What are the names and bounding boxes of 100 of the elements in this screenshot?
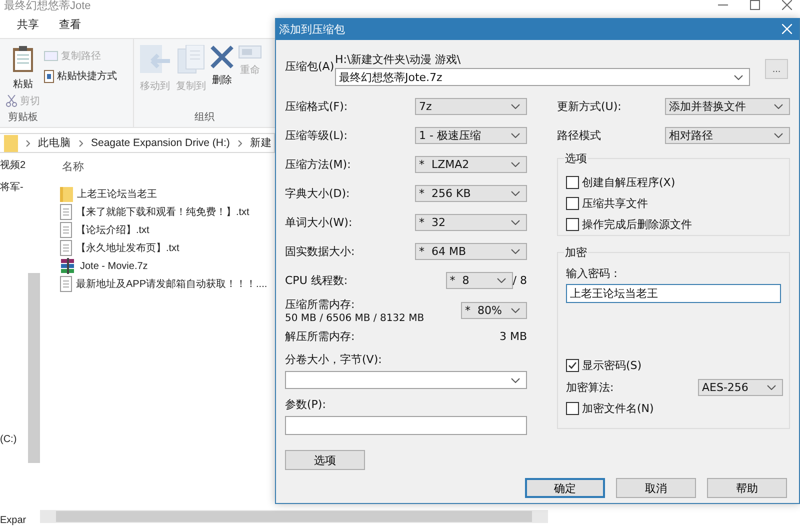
field-label: 压缩格式(F):	[285, 99, 349, 114]
path-icon	[44, 51, 58, 61]
scrollbar[interactable]	[56, 511, 532, 522]
copy-to-icon	[176, 45, 206, 75]
dropdown[interactable]: * 256 KB	[415, 185, 527, 202]
group-label: 剪贴板	[7, 110, 39, 125]
chevron-down-icon	[511, 162, 520, 167]
field-label: 更新方式(U):	[557, 99, 622, 114]
field-label: 路径模式	[557, 128, 602, 143]
close-icon[interactable]	[782, 0, 792, 10]
dropdown[interactable]: * LZMA2	[415, 156, 527, 173]
dropdown[interactable]: * 32	[415, 214, 527, 231]
group-title: 选项	[564, 151, 588, 166]
field-label: 压缩方法(M):	[285, 157, 352, 172]
dialog-button[interactable]: 取消	[616, 478, 696, 498]
document-icon	[60, 276, 72, 292]
file-name[interactable]: 【来了就能下载和观看！纯免费！】.txt	[76, 205, 250, 219]
folder-icon	[4, 134, 18, 152]
document-icon	[60, 222, 72, 238]
field-label: 输入密码：	[566, 267, 621, 280]
dropdown[interactable]: 添加并替换文件	[665, 98, 790, 115]
field-label: 字典大小(D):	[285, 186, 351, 201]
group-title: 加密	[564, 245, 588, 260]
nav-item[interactable]: (C:)	[0, 434, 17, 445]
thread-count: / 8	[512, 274, 527, 287]
dialog-title: 添加到压缩包	[279, 22, 345, 36]
chevron-down-icon	[767, 384, 776, 390]
field-label: CPU 线程数:	[285, 273, 349, 288]
scissors-icon	[6, 95, 17, 107]
input-field[interactable]	[285, 416, 527, 435]
dropdown[interactable]: 1 - 极速压缩	[415, 127, 527, 144]
chevron-right-icon	[26, 140, 30, 146]
nav-item[interactable]: 将军-	[0, 180, 24, 194]
checkbox-label[interactable]: 显示密码(S)	[582, 358, 642, 373]
checkbox-label[interactable]: 加密文件名(N)	[582, 401, 654, 416]
paste-shortcut-button[interactable]: 粘贴快捷方式	[44, 69, 117, 83]
chevron-right-icon	[238, 140, 242, 146]
dropdown[interactable]: * 8	[446, 272, 513, 289]
scrollbar[interactable]	[28, 273, 40, 463]
archive-name-field[interactable]: 最终幻想悠蒂Jote.7z	[335, 68, 750, 86]
checkbox-label[interactable]: 压缩共享文件	[582, 196, 648, 211]
chevron-down-icon	[511, 191, 520, 196]
file-name[interactable]: 上老王论坛当老王	[77, 187, 157, 201]
field-label: 压缩等级(L):	[285, 128, 348, 143]
paste-button[interactable]: 粘贴	[6, 45, 40, 91]
chevron-right-icon	[79, 140, 83, 146]
password-field[interactable]: 上老王论坛当老王	[566, 284, 781, 303]
file-name[interactable]: 最新地址及APP请发邮箱自动获取！！！....	[76, 277, 268, 291]
dropdown[interactable]: 7z	[415, 98, 527, 115]
dialog-button[interactable]: 帮助	[707, 478, 787, 498]
browse-button[interactable]: ...	[765, 59, 788, 79]
encryption-method-dropdown[interactable]: AES-256	[698, 378, 783, 396]
dialog-button[interactable]: 确定	[525, 478, 605, 498]
column-header[interactable]: 名称	[60, 157, 84, 177]
dropdown[interactable]: 相对路径	[665, 127, 790, 144]
checkbox-label[interactable]: 操作完成后删除源文件	[582, 217, 692, 232]
stacked-books-icon	[60, 258, 76, 274]
memory-usage: 50 MB / 6506 MB / 8132 MB	[285, 313, 426, 324]
shortcut-icon	[44, 70, 54, 82]
nav-item[interactable]: Expar	[0, 515, 26, 526]
checkbox-label[interactable]: 创建自解压程序(X)	[582, 175, 676, 190]
combo-box[interactable]	[285, 371, 527, 389]
chevron-down-icon	[511, 308, 520, 313]
folder-icon	[60, 186, 73, 202]
nav-item[interactable]: 视频2	[0, 158, 26, 172]
file-name[interactable]: 【永久地址发布页】.txt	[76, 241, 180, 255]
window-title: 最终幻想悠蒂Jote	[4, 0, 91, 12]
options-button[interactable]: 选项	[285, 450, 365, 470]
field-label: 压缩包(A)	[285, 59, 335, 74]
checkbox[interactable]	[566, 402, 579, 415]
checkbox[interactable]	[566, 218, 579, 231]
breadcrumb[interactable]: 此电脑	[38, 136, 71, 150]
chevron-down-icon	[774, 104, 783, 109]
field-label: 固实数据大小:	[285, 244, 356, 259]
chevron-down-icon	[511, 104, 520, 109]
dropdown[interactable]: * 64 MB	[415, 243, 527, 260]
field-label: 加密算法:	[566, 380, 615, 394]
maximize-icon[interactable]	[750, 0, 760, 10]
field-label: 分卷大小，字节(V):	[285, 352, 383, 367]
document-icon	[60, 240, 72, 256]
move-to-icon	[138, 45, 172, 75]
field-label: 解压所需内存:	[285, 328, 356, 344]
chevron-down-icon	[511, 133, 520, 138]
file-name[interactable]: Jote - Movie.7z	[80, 260, 148, 272]
breadcrumb[interactable]: 新建	[250, 136, 272, 150]
file-name[interactable]: 【论坛介绍】.txt	[76, 223, 150, 237]
checkbox[interactable]	[566, 176, 579, 189]
ribbon-tab[interactable]: 共享	[17, 17, 39, 33]
group-label: 组织	[194, 111, 216, 125]
chevron-down-icon	[496, 278, 506, 283]
breadcrumb[interactable]: Seagate Expansion Drive (H:)	[91, 137, 230, 149]
checkbox[interactable]	[566, 359, 579, 372]
field-label: 压缩所需内存:	[285, 297, 356, 312]
field-label: 参数(P):	[285, 397, 327, 412]
dropdown[interactable]: * 80%	[461, 302, 527, 319]
ribbon-tab[interactable]: 查看	[59, 17, 81, 33]
delete-icon	[210, 45, 234, 69]
clipboard-icon	[12, 45, 34, 73]
checkbox[interactable]	[566, 197, 579, 210]
delete-button[interactable]: 删除	[208, 39, 236, 110]
